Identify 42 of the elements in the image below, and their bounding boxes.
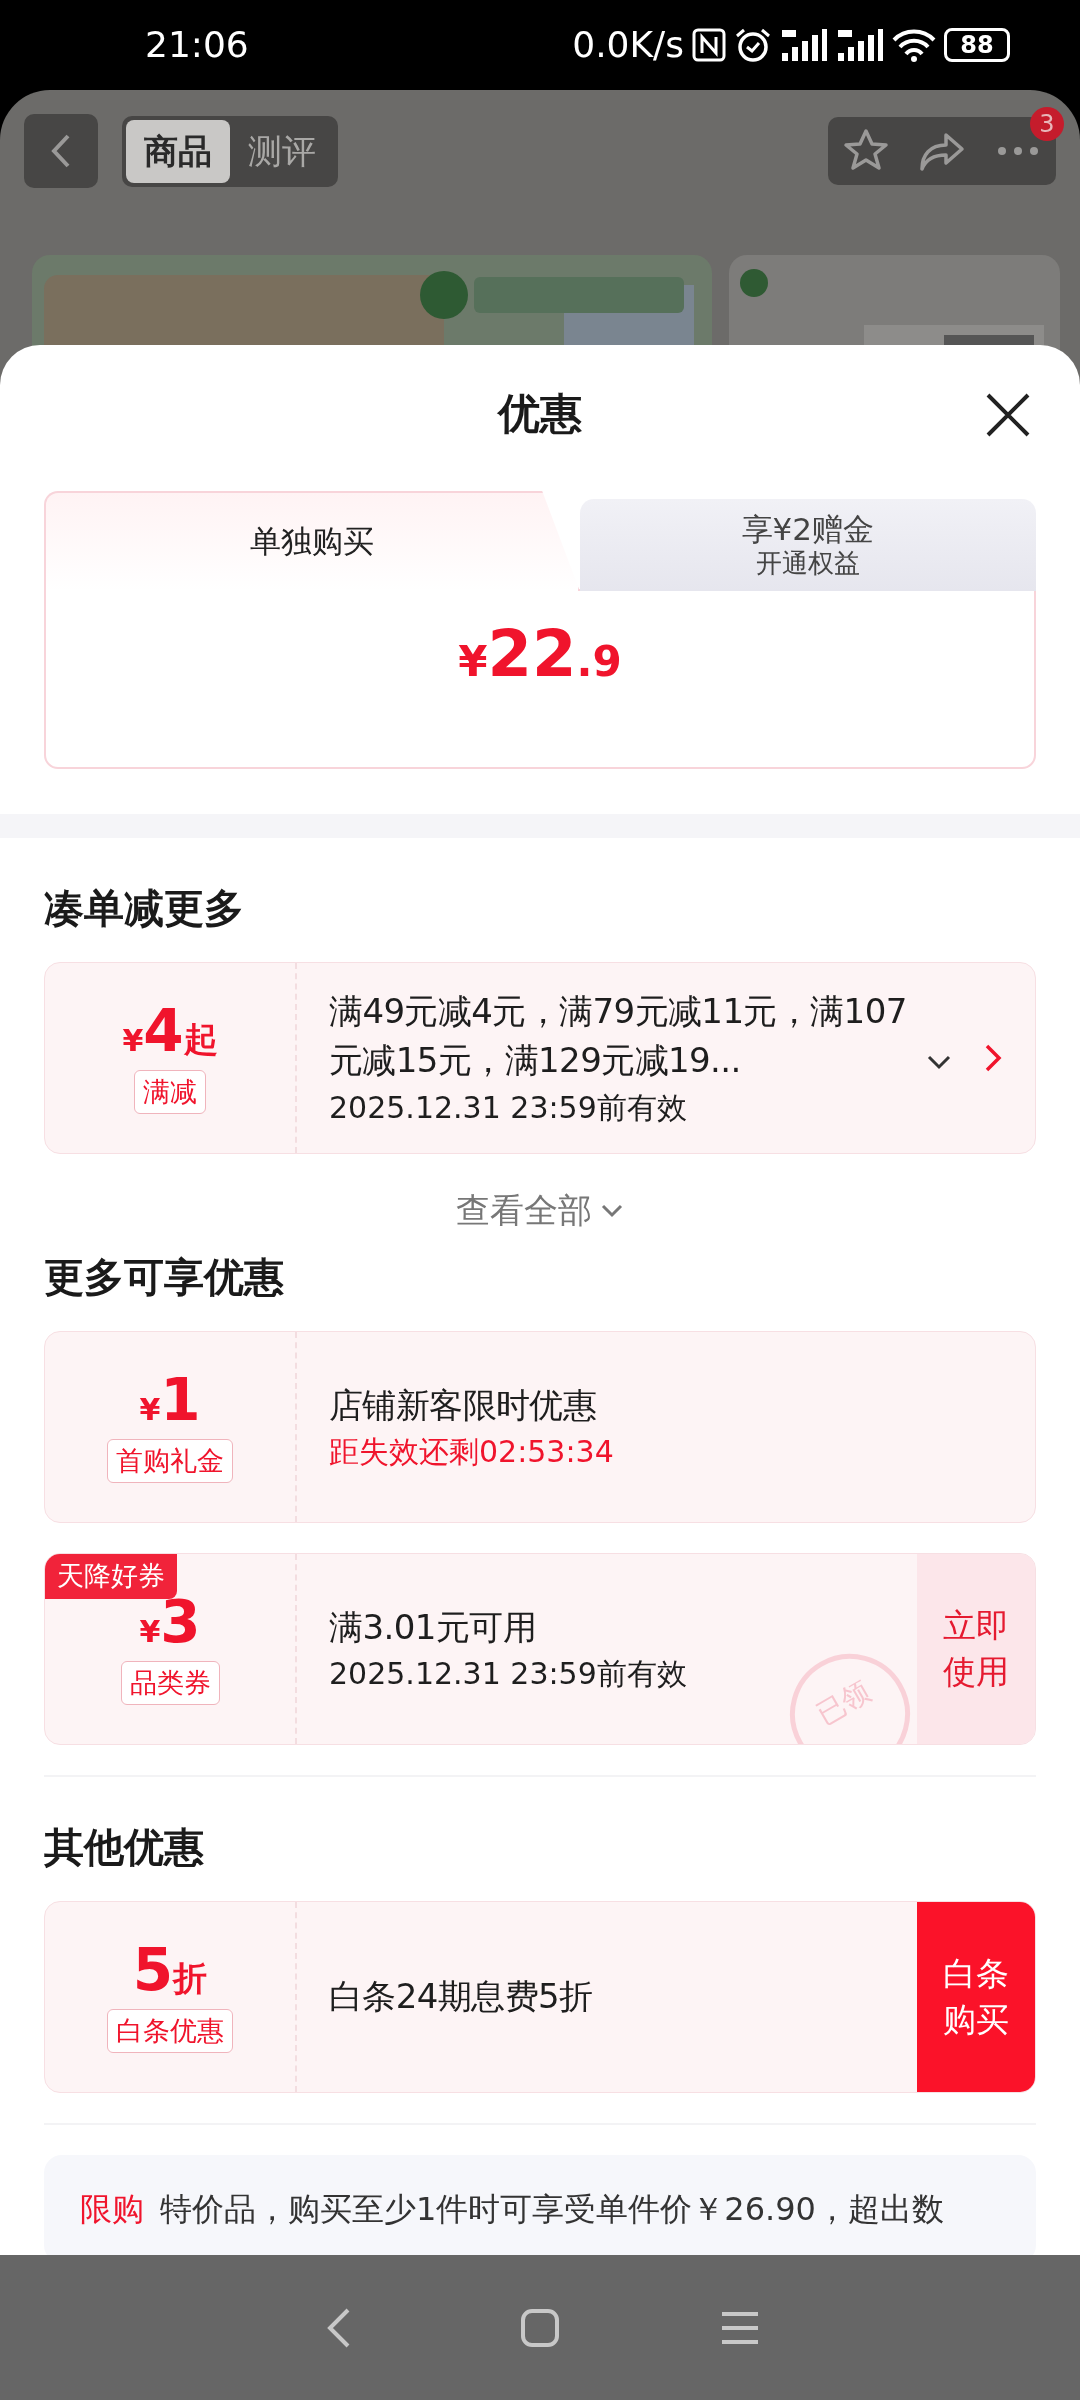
validity-text: 2025.12.31 23:59前有效: [329, 1088, 687, 1127]
nfc-icon: [692, 28, 726, 62]
notice-text: 限购 特价品，购买至少1件时可享受单件价￥26.90，超出数: [44, 2155, 1036, 2255]
signal-icon: [836, 27, 884, 63]
use-button[interactable]: 立即使用: [917, 1554, 1035, 1744]
notification-count: 3: [1030, 107, 1064, 141]
network-speed: 0.0K/s: [572, 23, 684, 67]
coupon-title: 白条24期息费5折: [329, 1975, 593, 2019]
sheet-title: 优惠: [498, 387, 582, 440]
coupon-tag: 品类券: [120, 1660, 220, 1706]
countdown-text: 距失效还剩02:53:34: [329, 1432, 614, 1471]
back-icon[interactable]: [24, 114, 98, 188]
section-title: 凑单减更多: [44, 884, 245, 933]
validity-text: 2025.12.31 23:59前有效: [329, 1654, 687, 1693]
chevron-down-icon: [600, 1202, 624, 1219]
page-tab[interactable]: 商品: [126, 119, 230, 183]
use-button[interactable]: 白条购买: [917, 1902, 1035, 2092]
price-tab[interactable]: 享¥2赠金 开通权益: [579, 499, 1036, 591]
coupon-amount: ¥4起: [122, 1001, 218, 1060]
menu-icon[interactable]: [720, 2309, 760, 2346]
coupon-tag: 满减: [134, 1069, 206, 1115]
coupon-ribbon: 天降好券: [45, 1554, 177, 1599]
coupon-title: 满3.01元可用: [329, 1605, 536, 1649]
coupon-amount: ¥1: [139, 1370, 201, 1429]
close-icon[interactable]: [984, 391, 1032, 439]
signal-icon: [780, 27, 828, 63]
section-title: 更多可享优惠: [44, 1253, 285, 1302]
coupon-title: 店铺新客限时优惠: [329, 1383, 597, 1427]
coupon-tag: 白条优惠: [107, 2008, 233, 2054]
coupon-tag: 首购礼金: [107, 1438, 233, 1484]
home-icon[interactable]: [520, 2307, 560, 2348]
page-tab[interactable]: 测评: [230, 119, 334, 183]
price: ¥22.9: [458, 616, 622, 693]
coupon-title: 满49元减4元，满79元减11元，满107元减15元，满129元减19...: [329, 989, 908, 1083]
alarm-icon: [734, 27, 772, 63]
section-title: 其他优惠: [44, 1823, 205, 1872]
view-all-link[interactable]: 查看全部: [450, 1184, 630, 1237]
wifi-icon: [892, 28, 936, 62]
coupon-amount: 5折: [132, 1940, 208, 1999]
battery-level: 88: [960, 30, 994, 61]
status-time: 21:06: [145, 23, 249, 67]
price-tab[interactable]: 单独购买: [44, 491, 580, 591]
